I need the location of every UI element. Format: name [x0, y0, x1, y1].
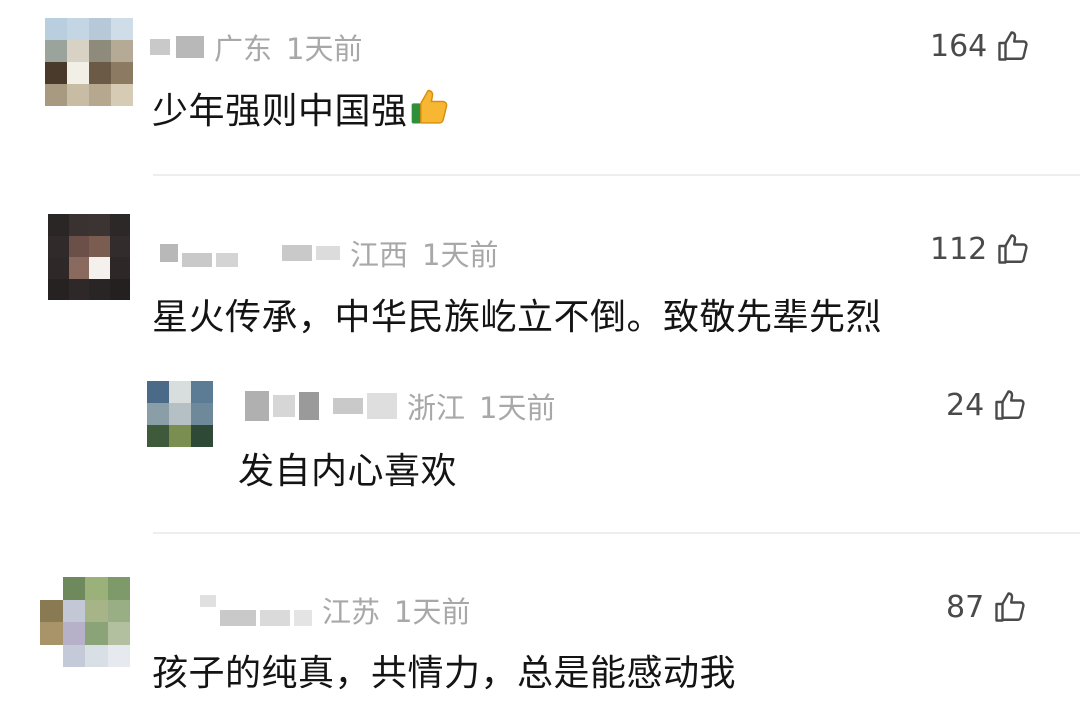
avatar[interactable]: [147, 381, 213, 447]
divider: [153, 174, 1080, 176]
like-button[interactable]: 164: [930, 28, 1031, 64]
comment-meta: 浙江 1天前: [245, 385, 555, 427]
thumbs-up-outline-icon: [998, 234, 1028, 264]
like-count: 87: [946, 589, 985, 625]
comment-text: 星火传承，中华民族屹立不倒。致敬先辈先烈: [152, 297, 883, 338]
thumbs-up-emoji-icon: [411, 89, 447, 124]
comment-time: 1天前: [479, 391, 556, 425]
comment-text: 孩子的纯真，共情力，总是能感动我: [152, 653, 737, 694]
like-count: 24: [946, 387, 985, 423]
like-count: 112: [930, 231, 988, 267]
username-blurred[interactable]: [150, 36, 204, 58]
comment-time: 1天前: [422, 238, 499, 272]
thumbs-up-outline-icon: [998, 31, 1028, 61]
comment-time: 1天前: [286, 32, 363, 66]
comment-meta: 江西 1天前: [160, 232, 498, 274]
thumbs-up-outline-icon: [995, 390, 1025, 420]
thumbs-up-outline-icon: [995, 592, 1025, 622]
comment-text: 少年强则中国强: [152, 82, 452, 134]
comment-region: 浙江: [407, 391, 466, 425]
comment-meta: 广东 1天前: [150, 26, 362, 68]
comment-text: 发自内心喜欢: [238, 451, 458, 492]
like-button[interactable]: 112: [930, 231, 1031, 267]
like-count: 164: [930, 28, 988, 64]
comment-region: 广东: [214, 32, 273, 66]
avatar[interactable]: [40, 577, 130, 667]
avatar[interactable]: [48, 214, 130, 300]
comment-meta: 江苏 1天前: [200, 589, 470, 631]
like-button[interactable]: 87: [946, 589, 1028, 625]
divider: [153, 532, 1080, 534]
username-blurred[interactable]: [200, 594, 312, 626]
comment-time: 1天前: [394, 595, 471, 629]
avatar[interactable]: [45, 18, 133, 106]
like-button[interactable]: 24: [946, 387, 1028, 423]
username-blurred[interactable]: [160, 239, 340, 267]
comment-region: 江苏: [322, 595, 381, 629]
comment-region: 江西: [350, 238, 409, 272]
username-blurred[interactable]: [245, 391, 397, 421]
